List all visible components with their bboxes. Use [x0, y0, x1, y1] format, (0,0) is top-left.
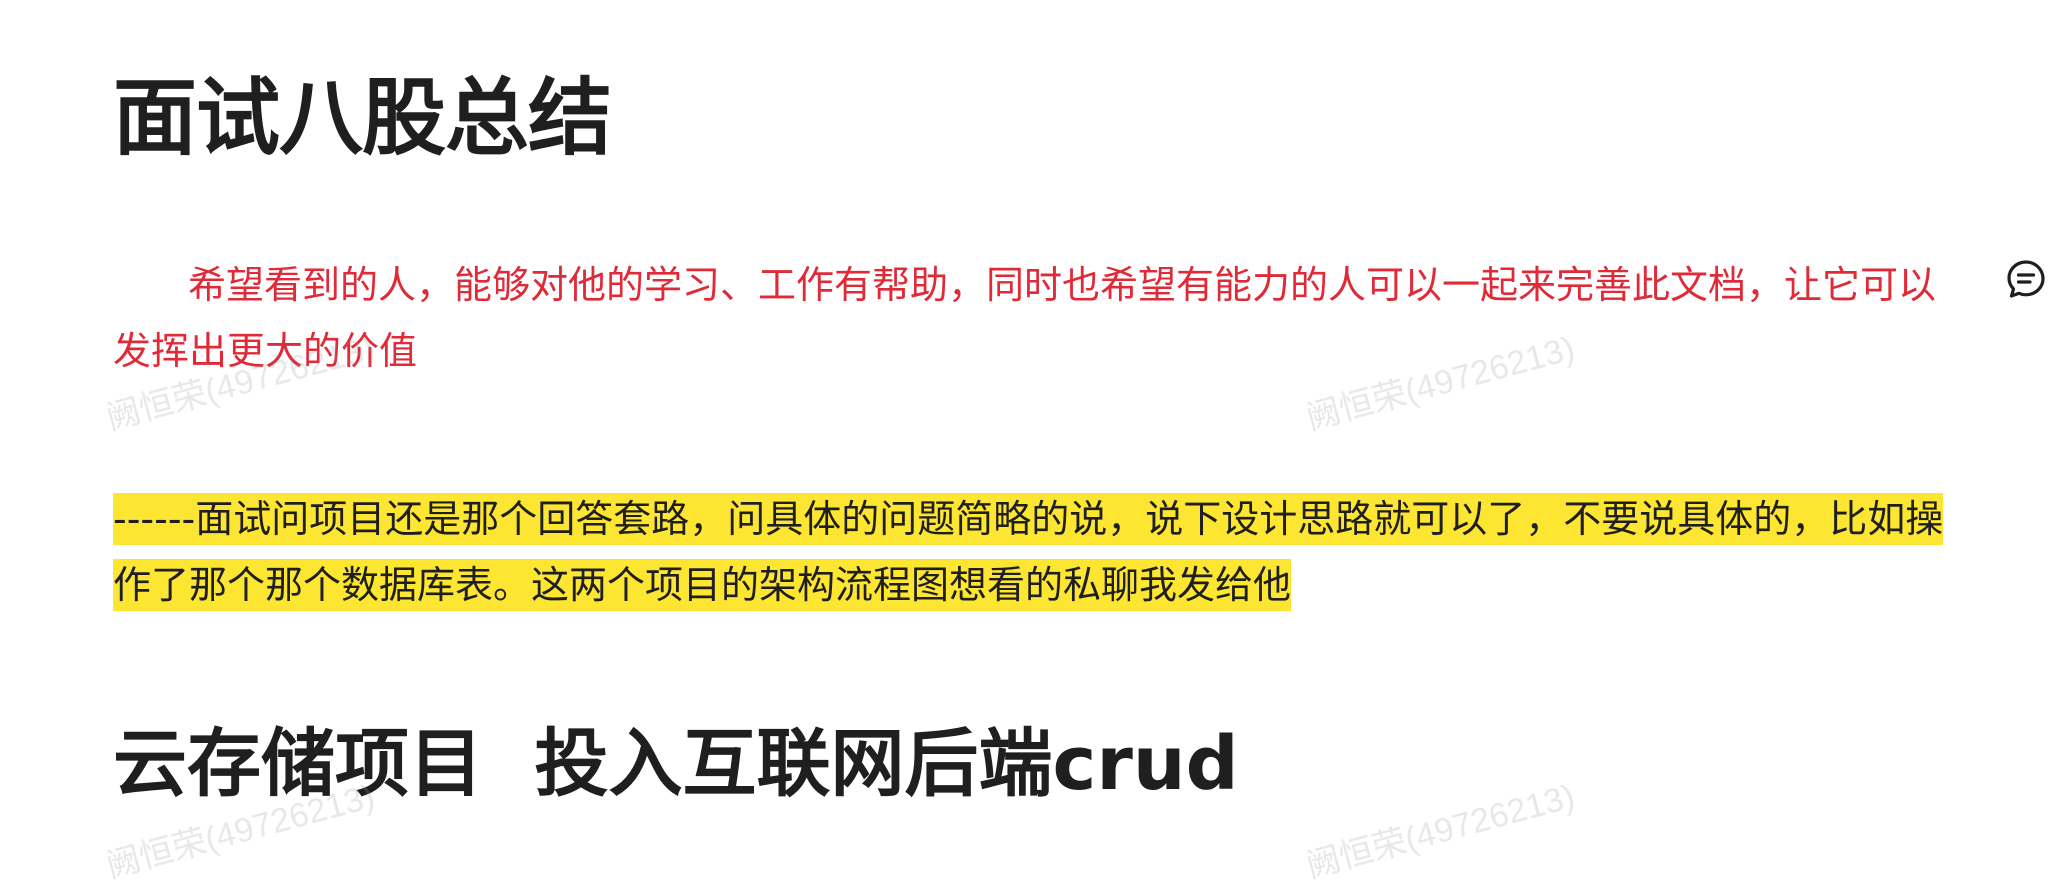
comment-button[interactable]: [2006, 259, 2046, 299]
watermark: 阙恒荣(49726213): [1302, 777, 1579, 886]
document-title: 面试八股总结: [113, 69, 612, 167]
comment-icon: [2007, 260, 2045, 298]
intro-paragraph: 希望看到的人，能够对他的学习、工作有帮助，同时也希望有能力的人可以一起来完善此文…: [113, 263, 1937, 373]
section-heading: 云存储项目 投入互联网后端crud: [113, 721, 1239, 807]
highlighted-note-paragraph: ------面试问项目还是那个回答套路，问具体的问题简略的说，说下设计思路就可以…: [113, 486, 1973, 618]
highlighted-note-text: ------面试问项目还是那个回答套路，问具体的问题简略的说，说下设计思路就可以…: [113, 493, 1944, 611]
